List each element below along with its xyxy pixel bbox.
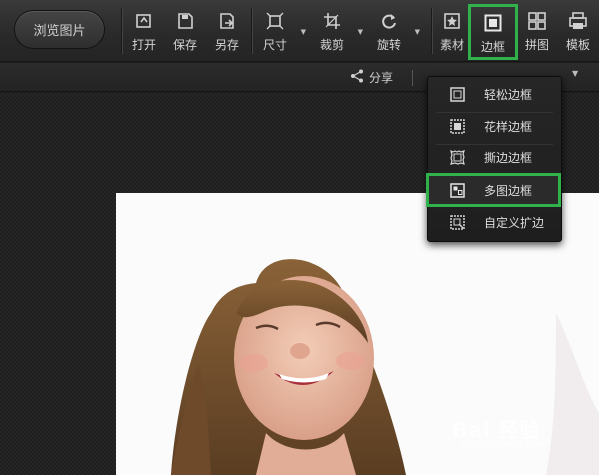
menu-item-label: 轻松边框: [484, 88, 533, 102]
share-button[interactable]: 分享: [350, 69, 393, 86]
toolbar-divider: [251, 8, 252, 54]
chevron-down-icon[interactable]: ▼: [572, 69, 578, 78]
baidu-watermark-url: jingyan.baidu.com: [461, 440, 545, 450]
template-icon: [568, 11, 588, 31]
menu-item-custom-extend[interactable]: 自定义扩边: [428, 207, 561, 238]
open-label: 打开: [131, 38, 156, 52]
share-label: 分享: [369, 71, 394, 85]
custom-extend-icon: [449, 215, 465, 231]
resize-icon: [265, 11, 285, 31]
toolbar-divider: [121, 8, 122, 54]
share-icon: [350, 69, 364, 86]
border-dropdown-menu: 轻松边框 花样边框 撕边边框 多图边框 自定义扩边: [426, 76, 562, 242]
open-button[interactable]: 打开: [125, 8, 163, 56]
menu-item-pattern-border[interactable]: 花样边框: [428, 111, 561, 142]
open-icon: [134, 11, 154, 31]
save-as-icon: [217, 11, 237, 31]
template-button[interactable]: 模板: [559, 8, 597, 56]
save-button[interactable]: 保存: [166, 8, 204, 56]
material-button[interactable]: 素材: [433, 8, 471, 56]
crop-icon: [322, 11, 342, 31]
border-button[interactable]: 边框: [468, 4, 518, 60]
save-icon: [175, 11, 195, 31]
torn-border-icon: [449, 150, 465, 166]
border-label: 边框: [480, 40, 505, 54]
chevron-down-icon[interactable]: ▼: [358, 28, 363, 36]
save-label: 保存: [172, 38, 197, 52]
star-icon: [442, 11, 462, 31]
menu-item-torn-border[interactable]: 撕边边框: [428, 142, 561, 173]
menu-item-label: 花样边框: [484, 120, 533, 134]
rotate-button[interactable]: 旋转 ▼: [370, 8, 420, 56]
save-as-label: 另存: [214, 38, 239, 52]
pattern-border-icon: [449, 119, 465, 135]
collage-label: 拼图: [524, 38, 549, 52]
menu-item-multi-photo-border[interactable]: 多图边框: [426, 173, 561, 207]
baidu-watermark: Bai 经验: [452, 418, 541, 442]
menu-item-label: 多图边框: [484, 183, 533, 198]
crop-label: 裁剪: [319, 38, 344, 52]
rotate-icon: [379, 11, 399, 31]
main-toolbar: 浏览图片 打开 保存 另存 尺寸 ▼ 裁剪 ▼ 旋转 ▼ 素材 边框 拼图 模板: [0, 0, 599, 62]
save-as-button[interactable]: 另存: [208, 8, 246, 56]
menu-item-label: 自定义扩边: [484, 216, 545, 230]
size-button[interactable]: 尺寸 ▼: [256, 8, 306, 56]
browse-images-button[interactable]: 浏览图片: [14, 10, 105, 49]
simple-border-icon: [449, 87, 465, 103]
multi-photo-border-icon: [449, 182, 465, 198]
material-label: 素材: [439, 38, 464, 52]
border-icon: [483, 13, 503, 33]
toolbar-divider: [431, 8, 432, 54]
chevron-down-icon[interactable]: ▼: [415, 28, 420, 36]
menu-item-simple-border[interactable]: 轻松边框: [428, 79, 561, 110]
chevron-down-icon[interactable]: ▼: [301, 28, 306, 36]
subbar-divider: [412, 70, 413, 86]
size-label: 尺寸: [262, 38, 287, 52]
template-label: 模板: [565, 38, 590, 52]
collage-icon: [527, 11, 547, 31]
menu-item-label: 撕边边框: [484, 151, 533, 165]
rotate-label: 旋转: [376, 38, 401, 52]
crop-button[interactable]: 裁剪 ▼: [313, 8, 363, 56]
collage-button[interactable]: 拼图: [518, 8, 556, 56]
